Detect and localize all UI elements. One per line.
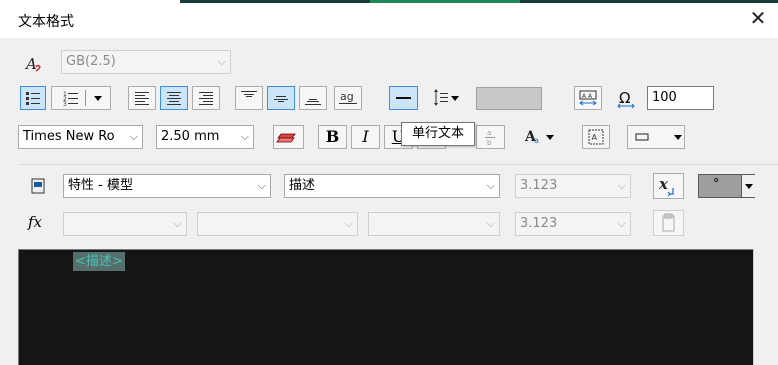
- align-top-icon: [241, 91, 257, 97]
- text-editor[interactable]: [18, 249, 778, 365]
- mask-icon: [635, 133, 682, 141]
- field-source-value: 特性 - 模型: [68, 178, 133, 193]
- fx-format-value: 3.123: [520, 216, 558, 231]
- fx-combo-1[interactable]: ⌵: [63, 212, 187, 236]
- stacked-text-button[interactable]: [273, 125, 304, 149]
- align-bottom-button[interactable]: [299, 86, 327, 110]
- chevron-down-icon: ⌵: [217, 55, 226, 68]
- svg-text:3: 3: [63, 101, 67, 108]
- format-combo[interactable]: 3.123 ⌵: [515, 174, 631, 198]
- justify-spacing-icon: A A: [579, 90, 597, 106]
- single-line-icon: [396, 97, 411, 99]
- italic-button[interactable]: I: [351, 125, 380, 149]
- background-mask-button[interactable]: [627, 125, 685, 149]
- align-center-icon: [167, 92, 181, 105]
- svg-text:b: b: [487, 139, 492, 147]
- format-value: 3.123: [520, 178, 558, 193]
- text-style-combo[interactable]: GB(2.5) ⌵: [61, 50, 231, 74]
- numbering-button[interactable]: 123: [51, 86, 111, 110]
- omega-icon[interactable]: Ω: [616, 89, 636, 109]
- fx-combo-2[interactable]: ⌵: [197, 212, 358, 236]
- chevron-down-icon: ⌵: [344, 217, 353, 230]
- field-icon: [30, 177, 46, 195]
- field-property-value: 描述: [289, 178, 316, 193]
- text-style-value: GB(2.5): [66, 54, 116, 69]
- scrollbar[interactable]: [753, 249, 778, 365]
- align-left-button[interactable]: [128, 86, 156, 110]
- line-spacing-icon: [434, 89, 459, 106]
- svg-text:a: a: [487, 129, 491, 137]
- svg-text:A: A: [24, 55, 37, 73]
- fx-combo-3[interactable]: ⌵: [368, 212, 500, 236]
- chevron-down-icon: ⌵: [617, 217, 626, 230]
- bullets-button[interactable]: [20, 86, 46, 110]
- field-align-button[interactable]: A A: [574, 86, 602, 110]
- font-combo[interactable]: Times New Ro ⌵: [18, 125, 143, 149]
- numbering-icon: 123: [63, 90, 102, 108]
- chevron-down-icon: ⌵: [173, 217, 182, 230]
- field-property-combo[interactable]: 描述 ⌵: [284, 174, 500, 198]
- chevron-down-icon: [745, 184, 753, 189]
- single-line-button[interactable]: [389, 86, 418, 110]
- close-icon[interactable]: ✕: [748, 8, 768, 28]
- tooltip: 单行文本: [401, 122, 475, 146]
- text-height-combo[interactable]: 2.50 mm ⌵: [156, 125, 254, 149]
- chevron-down-icon: ⌵: [617, 179, 626, 192]
- svg-text:ag: ag: [340, 90, 354, 103]
- chevron-down-icon: ⌵: [129, 130, 138, 143]
- case-button[interactable]: Aa: [520, 125, 556, 149]
- window-title: 文本格式: [18, 14, 74, 30]
- fraction-icon: ab: [485, 129, 495, 147]
- underline-text-button[interactable]: ag: [334, 86, 362, 110]
- divider: [18, 164, 778, 165]
- chevron-down-icon: ⌵: [240, 130, 249, 143]
- align-left-icon: [135, 92, 149, 105]
- field-placeholder[interactable]: <描述>: [73, 252, 125, 271]
- text-case-icon: Aa: [524, 129, 554, 145]
- fx-format-combo[interactable]: 3.123 ⌵: [515, 212, 631, 236]
- align-top-button[interactable]: [235, 86, 263, 110]
- svg-text:a: a: [534, 136, 539, 145]
- svg-text:A A: A A: [582, 93, 593, 100]
- clipboard-icon: [662, 213, 675, 232]
- degree-combo[interactable]: °: [698, 174, 755, 198]
- dropdown-part: [741, 175, 755, 197]
- color-swatch[interactable]: [476, 87, 542, 110]
- insert-formula-icon: x: [658, 175, 674, 197]
- align-right-button[interactable]: [192, 86, 220, 110]
- fx-icon: fx: [28, 213, 43, 231]
- fraction-button[interactable]: ab: [476, 125, 505, 149]
- line-spacing-button[interactable]: [428, 86, 462, 110]
- align-middle-button[interactable]: [267, 86, 295, 110]
- layers-icon: [276, 133, 296, 143]
- align-middle-icon: [274, 96, 288, 102]
- width-factor-input[interactable]: 100: [647, 86, 714, 110]
- svg-text:Ω: Ω: [619, 89, 630, 107]
- svg-text:x: x: [658, 175, 669, 193]
- font-value: Times New Ro: [23, 129, 115, 144]
- degree-value: °: [713, 177, 720, 192]
- svg-text:A: A: [592, 133, 598, 142]
- paste-button[interactable]: [653, 210, 684, 236]
- text-style-icon: A: [24, 54, 44, 74]
- chevron-down-icon: ⌵: [486, 179, 495, 192]
- chevron-down-icon: ⌵: [486, 217, 495, 230]
- align-bottom-icon: [305, 99, 321, 105]
- text-frame-button[interactable]: A: [582, 125, 610, 149]
- bold-button[interactable]: B: [318, 125, 347, 149]
- background-strip-accent: [370, 0, 520, 3]
- chevron-down-icon: ⌵: [257, 179, 266, 192]
- text-frame-icon: A: [588, 129, 604, 145]
- align-right-icon: [199, 92, 213, 105]
- title-bar: [0, 0, 778, 40]
- bullets-icon: [26, 92, 40, 105]
- text-height-value: 2.50 mm: [161, 129, 220, 144]
- text-underline-icon: ag: [339, 90, 357, 104]
- align-center-button[interactable]: [160, 86, 188, 110]
- field-source-combo[interactable]: 特性 - 模型 ⌵: [63, 174, 271, 198]
- insert-field-button[interactable]: x: [653, 173, 684, 199]
